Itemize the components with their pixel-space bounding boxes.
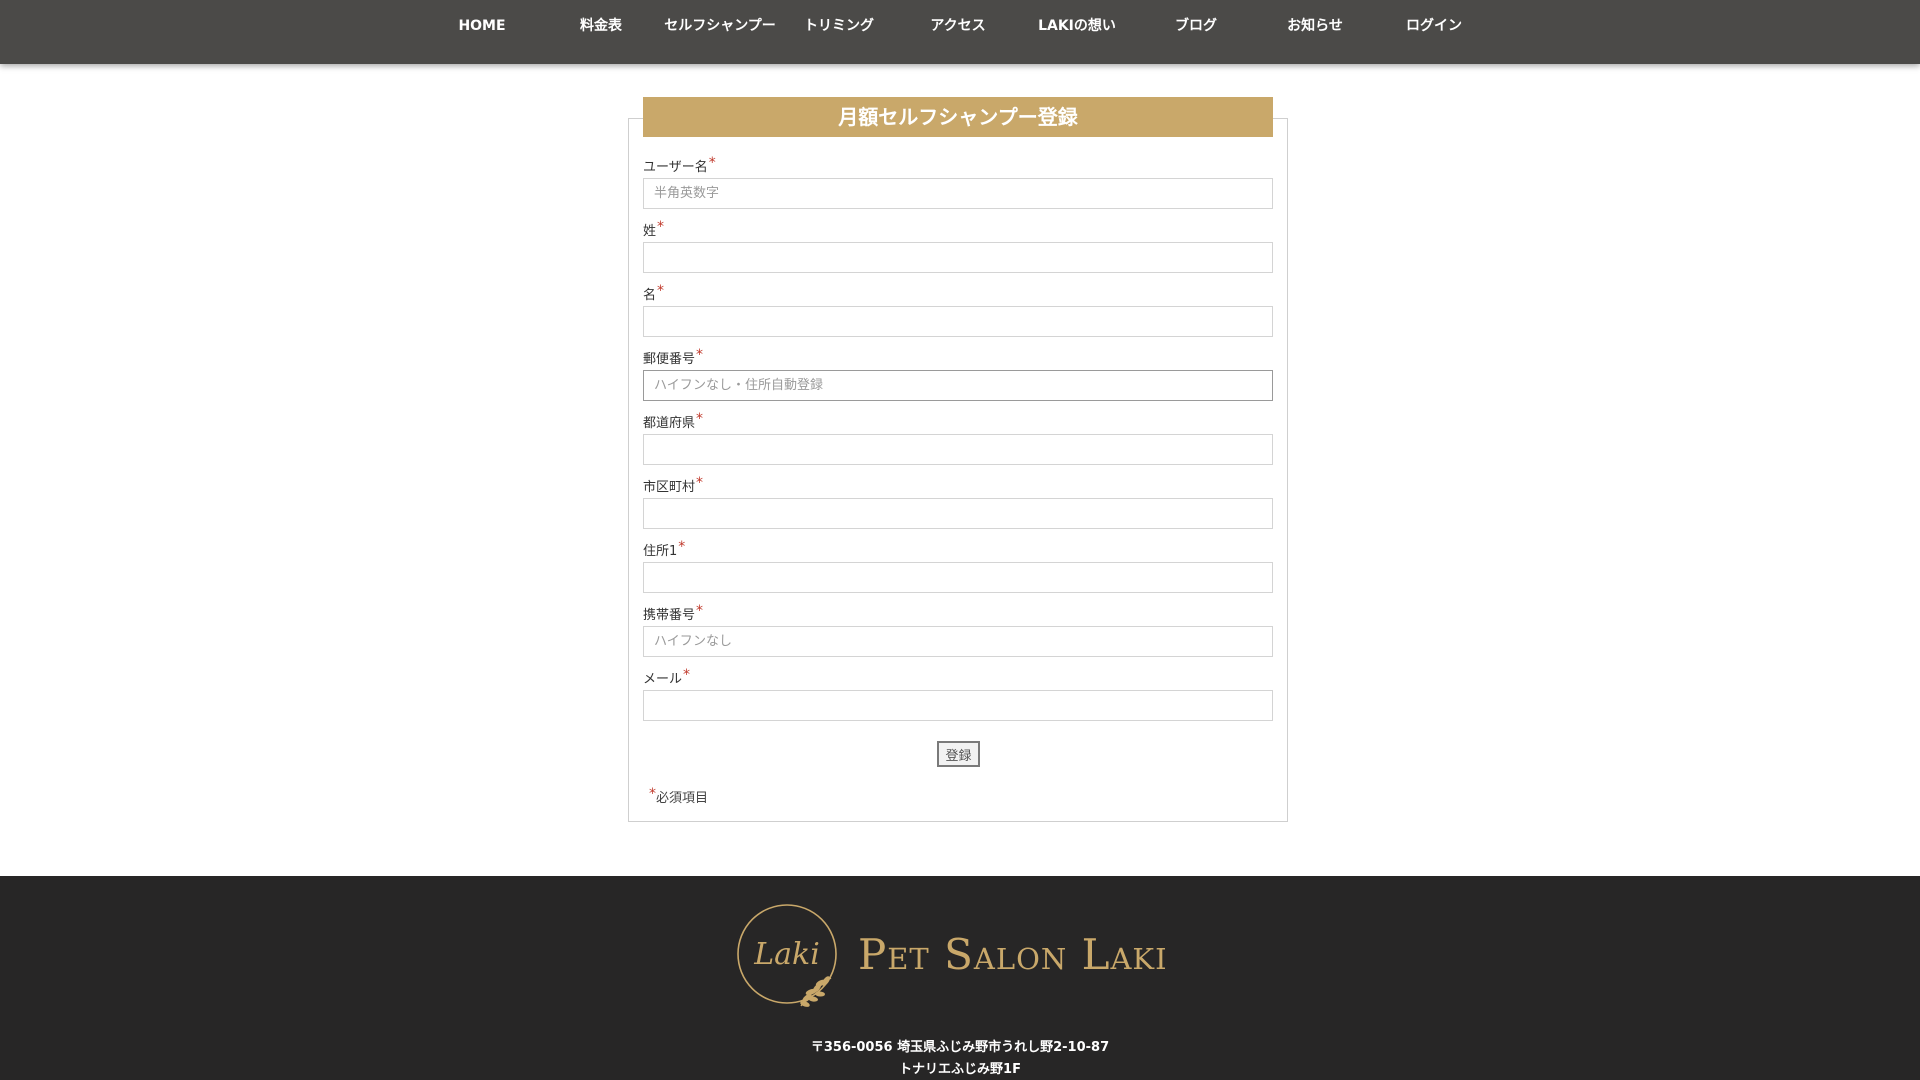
nav-item-access[interactable]: アクセス [898,16,1018,36]
last-name-label: 姓* [643,219,665,239]
required-mark: * [657,283,665,299]
email-label: メール* [643,667,691,687]
top-navigation: HOME 料金表 セルフシャンプー トリミング アクセス LAKIの想い ブログ… [0,0,1920,64]
nav-item-home[interactable]: HOME [422,16,542,36]
nav-item-self-shampoo[interactable]: セルフシャンプー [660,16,780,36]
address-line-2: トナリエふじみ野1F [899,1062,1021,1077]
form-title: 月額セルフシャンプー登録 [643,97,1273,137]
laki-logo-emblem: Laki [737,904,837,1007]
required-mark: * [696,603,704,619]
nav-item-login[interactable]: ログイン [1374,16,1494,36]
city-input[interactable] [643,498,1273,529]
city-label: 市区町村* [643,475,704,495]
leaf-branch-icon [800,976,832,1007]
nav-item-price[interactable]: 料金表 [541,16,661,36]
mobile-number-input[interactable] [643,626,1273,657]
address1-label: 住所1* [643,539,686,559]
username-input[interactable] [643,178,1273,209]
required-mark: * [696,347,704,363]
required-mark: * [683,667,691,683]
username-label: ユーザー名* [643,155,716,175]
nav-item-news[interactable]: お知らせ [1255,16,1375,36]
required-mark: * [696,475,704,491]
prefecture-label: 都道府県* [643,411,704,431]
required-mark: * [657,219,665,235]
first-name-input[interactable] [643,306,1273,337]
last-name-input[interactable] [643,242,1273,273]
mobile-number-label: 携帯番号* [643,603,704,623]
nav-item-about[interactable]: LAKIの想い [1017,16,1137,36]
required-mark: * [678,539,686,555]
required-mark: * [649,786,656,802]
required-mark: * [696,411,704,427]
address-line-1: 〒356-0056 埼玉県ふじみ野市うれし野2-10-87 [810,1040,1110,1055]
footer-logo-text: Pet Salon Laki [858,930,1168,979]
register-button[interactable]: 登録 [937,741,980,767]
address1-input[interactable] [643,562,1273,593]
email-input[interactable] [643,690,1273,721]
nav-item-blog[interactable]: ブログ [1136,16,1256,36]
postal-code-input[interactable] [643,370,1273,401]
logo-mark-text: Laki [753,937,820,972]
prefecture-input[interactable] [643,434,1273,465]
nav-item-trimming[interactable]: トリミング [779,16,899,36]
required-mark: * [708,155,716,171]
first-name-label: 名* [643,283,665,303]
required-note: *必須項目 [649,786,709,806]
postal-code-label: 郵便番号* [643,347,704,367]
